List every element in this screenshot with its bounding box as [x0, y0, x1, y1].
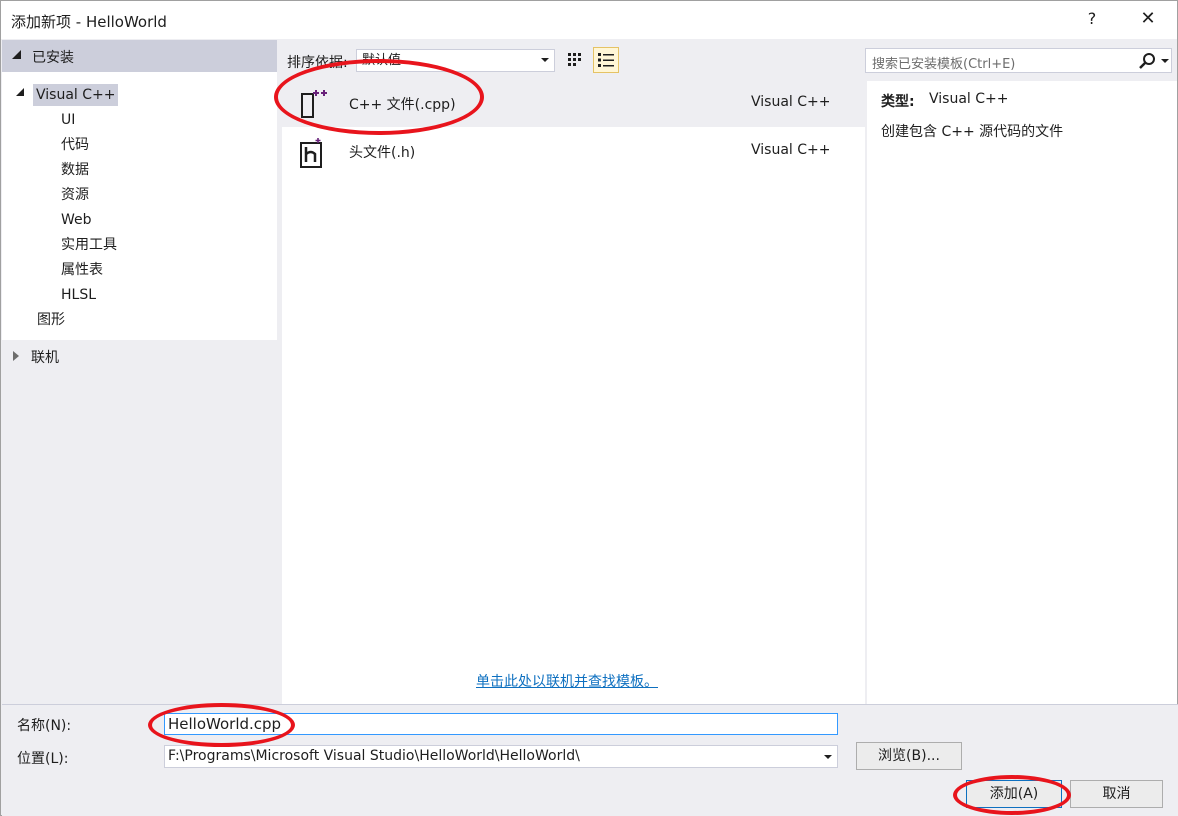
sort-by-dropdown[interactable]: 默认值: [356, 49, 555, 72]
sort-by-label: 排序依据:: [287, 55, 348, 71]
cpp-file-icon: [301, 90, 327, 118]
tree-item-graphics[interactable]: 图形: [37, 309, 65, 331]
tree-item-online[interactable]: 联机: [31, 347, 59, 367]
template-language: Visual C++: [751, 142, 831, 158]
tree-item-ui[interactable]: UI: [61, 109, 75, 131]
expanded-triangle-icon[interactable]: [12, 50, 21, 59]
search-installed-templates-input[interactable]: 搜索已安装模板(Ctrl+E): [865, 48, 1172, 73]
chevron-down-icon: [824, 755, 832, 759]
search-placeholder: 搜索已安装模板(Ctrl+E): [872, 57, 1016, 72]
add-new-item-dialog: 添加新项 - HelloWorld ? ✕ 已安装 Visual C++ UI …: [0, 0, 1178, 816]
tree-item-utility[interactable]: 实用工具: [61, 234, 117, 256]
tree-header-installed[interactable]: 已安装: [2, 40, 277, 72]
tree-item-property-sheets[interactable]: 属性表: [61, 259, 103, 281]
installed-label: 已安装: [32, 50, 74, 66]
template-name: 头文件(.h): [349, 145, 416, 161]
sort-by-value: 默认值: [362, 53, 402, 68]
type-value: Visual C++: [929, 91, 1009, 107]
title-bar: 添加新项 - HelloWorld ? ✕: [1, 1, 1177, 39]
tree-item-code[interactable]: 代码: [61, 134, 89, 156]
location-value: F:\Programs\Microsoft Visual Studio\Hell…: [168, 748, 580, 764]
tree-item-web[interactable]: Web: [61, 209, 92, 231]
list-view-button[interactable]: [593, 47, 619, 73]
template-detail-panel: 类型: Visual C++ 创建包含 C++ 源代码的文件: [867, 81, 1177, 704]
chevron-down-icon[interactable]: [1161, 59, 1169, 63]
location-label: 位置(L):: [17, 751, 69, 767]
template-category-tree: Visual C++ UI 代码 数据 资源 Web 实用工具 属性表 HLSL…: [2, 72, 277, 340]
browse-button[interactable]: 浏览(B)...: [856, 742, 962, 770]
help-button[interactable]: ?: [1081, 5, 1103, 33]
grid-view-icon: [568, 53, 581, 66]
tree-item-resources[interactable]: 资源: [61, 184, 89, 206]
tree-item-data[interactable]: 数据: [61, 159, 89, 181]
tree-item-visual-cpp[interactable]: Visual C++: [33, 84, 119, 106]
template-name: C++ 文件(.cpp): [349, 97, 456, 113]
header-file-icon: [300, 138, 322, 168]
template-row-cpp-file[interactable]: C++ 文件(.cpp) Visual C++: [282, 81, 865, 127]
cancel-button[interactable]: 取消: [1070, 780, 1163, 808]
name-label: 名称(N):: [17, 718, 72, 734]
template-language: Visual C++: [751, 94, 831, 110]
close-button[interactable]: ✕: [1131, 5, 1165, 33]
type-label: 类型:: [881, 94, 915, 110]
find-templates-online-link[interactable]: 单击此处以联机并查找模板。: [476, 671, 658, 691]
template-row-header-file[interactable]: 头文件(.h) Visual C++: [282, 129, 865, 175]
expanded-triangle-icon[interactable]: [16, 88, 24, 96]
tree-item-hlsl[interactable]: HLSL: [61, 284, 96, 306]
location-dropdown[interactable]: F:\Programs\Microsoft Visual Studio\Hell…: [164, 745, 838, 768]
search-icon[interactable]: [1138, 52, 1156, 70]
window-title: 添加新项 - HelloWorld: [11, 13, 167, 31]
name-field[interactable]: [164, 713, 838, 735]
template-description: 创建包含 C++ 源代码的文件: [881, 124, 1064, 140]
collapsed-triangle-icon[interactable]: [13, 351, 19, 361]
add-button[interactable]: 添加(A): [966, 780, 1062, 808]
medium-icons-view-button[interactable]: [562, 47, 588, 73]
list-view-icon: [598, 53, 614, 67]
template-list: C++ 文件(.cpp) Visual C++ 头文件(.h) Visual C…: [282, 81, 865, 704]
chevron-down-icon: [541, 58, 549, 62]
